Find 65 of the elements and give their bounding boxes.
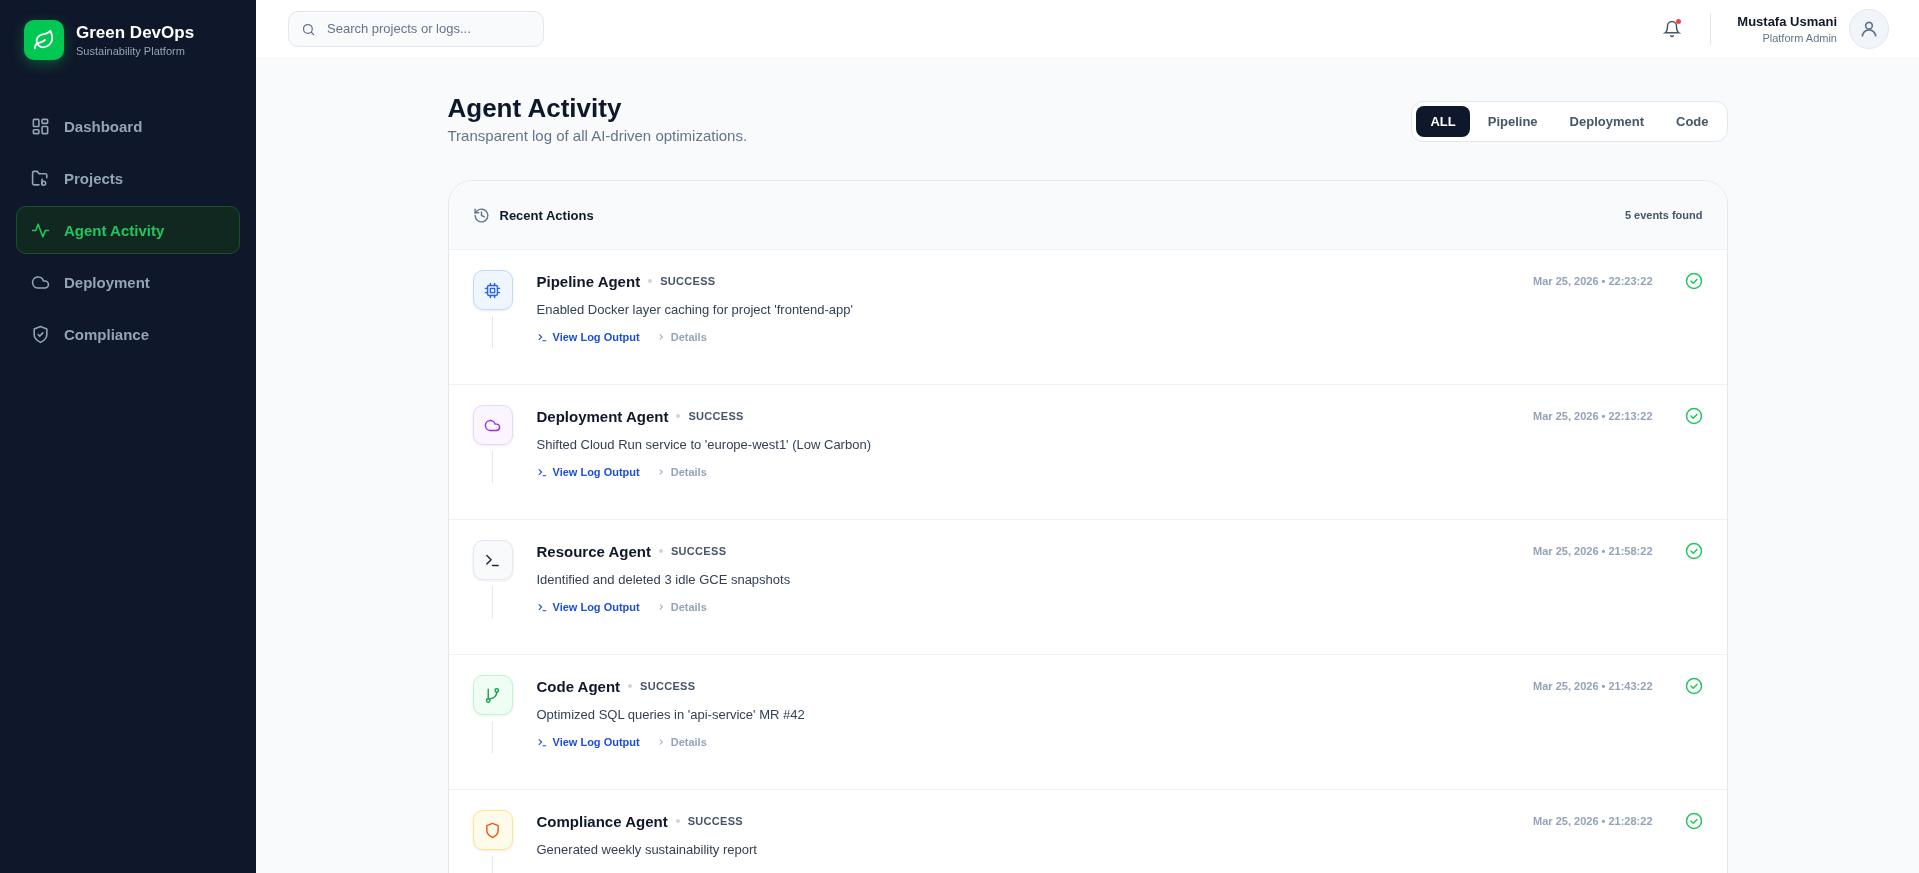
event-time: Mar 25, 2026 • 22:13:22 [1533, 410, 1653, 422]
cloud-icon [472, 405, 513, 445]
event-message: Enabled Docker layer caching for project 'frontend-app' [536, 302, 854, 317]
check-circle-icon [1684, 407, 1703, 425]
view-log-link[interactable]: View Log Output [536, 466, 640, 478]
folder-icon [31, 168, 50, 188]
event-message: Shifted Cloud Run service to 'europe-west1' (Low Carbon) [536, 437, 872, 452]
shield-icon [31, 324, 50, 344]
branch-icon [472, 675, 513, 715]
view-log-link[interactable]: View Log Output [536, 736, 640, 748]
card-title: Recent Actions [499, 207, 594, 223]
status-label: SUCCESS [688, 410, 744, 422]
status-label: SUCCESS [671, 545, 727, 557]
brand-tagline: Sustainability Platform [76, 45, 186, 57]
event-message: Optimized SQL queries in 'api-service' MR #42 [536, 707, 806, 722]
notification-bell[interactable] [1661, 17, 1684, 40]
event-message: Generated weekly sustainability report [536, 842, 758, 857]
event-time: Mar 25, 2026 • 21:28:22 [1533, 815, 1653, 827]
view-log-link[interactable]: View Log Output [536, 331, 640, 343]
check-circle-icon [1684, 272, 1703, 290]
page-subtitle: Transparent log of all AI-driven optimizations. [447, 127, 748, 144]
check-circle-icon [1684, 812, 1703, 830]
filter-tab[interactable]: Code [1662, 106, 1723, 137]
brand-name: Green DevOps [76, 23, 195, 43]
sidebar-item[interactable]: Deployment [16, 258, 240, 306]
status-label: SUCCESS [660, 275, 716, 287]
terminal-icon [536, 601, 548, 613]
sidebar-item[interactable]: Dashboard [16, 102, 240, 150]
pulse-icon [31, 220, 50, 240]
check-circle-icon [1684, 677, 1703, 695]
filter-tab[interactable]: ALL [1416, 106, 1470, 137]
terminal-icon [536, 466, 548, 478]
avatar-icon[interactable] [1849, 8, 1889, 49]
shield-icon [472, 810, 513, 850]
agent-name: Deployment Agent [536, 407, 669, 425]
search-field[interactable]: Search projects or logs... [288, 10, 544, 47]
sidebar-item[interactable]: Agent Activity [16, 206, 240, 254]
event-time: Mar 25, 2026 • 21:58:22 [1533, 545, 1653, 557]
status-label: SUCCESS [687, 815, 743, 827]
chip-icon [472, 270, 513, 310]
history-icon [472, 206, 490, 224]
user-role: Platform Admin [1761, 31, 1837, 44]
grid-icon [31, 116, 50, 136]
agent-name: Pipeline Agent [536, 272, 641, 290]
agent-name: Code Agent [536, 677, 621, 695]
filter-tab[interactable]: Deployment [1555, 106, 1658, 137]
event-time: Mar 25, 2026 • 21:43:22 [1533, 680, 1653, 692]
view-log-link[interactable]: View Log Output [536, 601, 640, 613]
event-count: 5 events found [1624, 209, 1703, 221]
leaf-logo-icon [24, 20, 64, 60]
sidebar-item[interactable]: Projects [16, 154, 240, 202]
status-label: SUCCESS [640, 680, 696, 692]
terminal-icon [536, 736, 548, 748]
check-circle-icon [1684, 542, 1703, 560]
event-time: Mar 25, 2026 • 22:23:22 [1533, 275, 1653, 287]
filter-tab[interactable]: Pipeline [1473, 106, 1552, 137]
terminal-icon [536, 331, 548, 343]
terminal-icon [472, 540, 513, 580]
search-icon [301, 21, 316, 37]
page-title: Agent Activity [447, 93, 623, 124]
sidebar-item[interactable]: Compliance [16, 310, 240, 358]
user-name: Mustafa Usmani [1737, 13, 1837, 29]
agent-name: Resource Agent [536, 542, 651, 560]
agent-name: Compliance Agent [536, 812, 668, 830]
event-message: Identified and deleted 3 idle GCE snapshots [536, 572, 792, 587]
